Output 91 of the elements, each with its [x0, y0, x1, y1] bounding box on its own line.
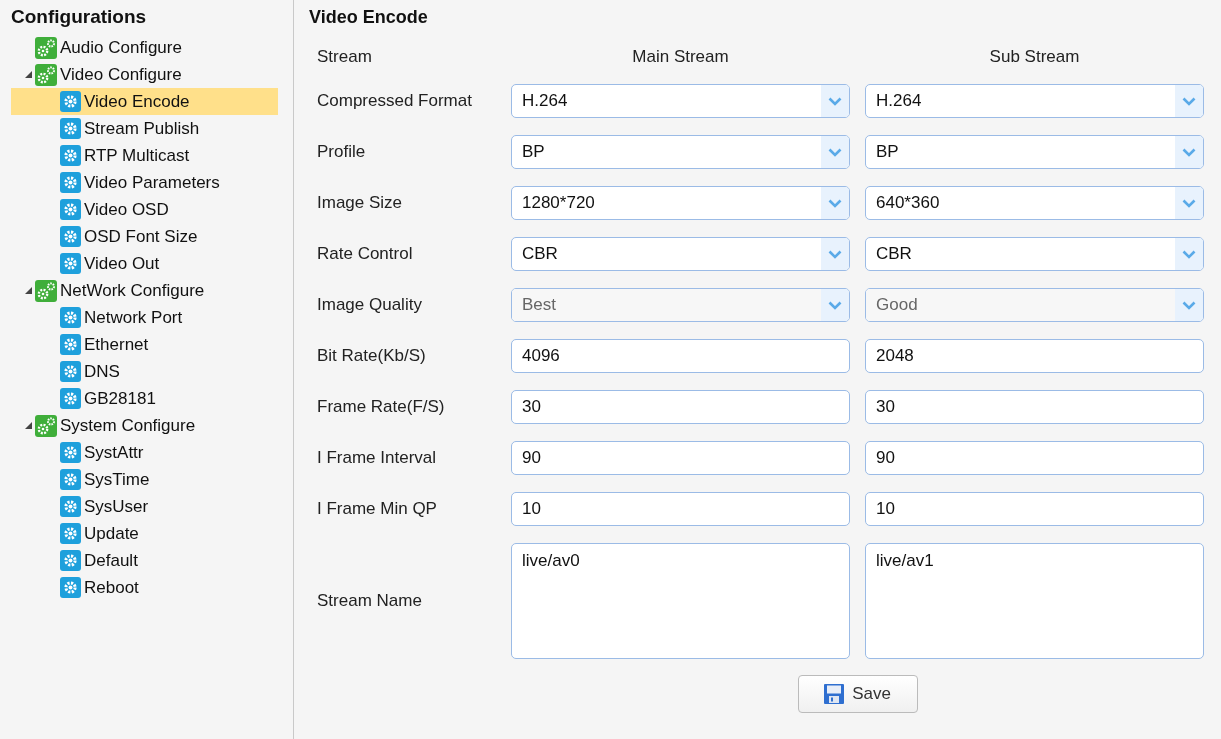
gear-icon — [60, 253, 81, 274]
save-button[interactable]: Save — [797, 675, 918, 713]
tree-item[interactable]: Video Configure — [11, 61, 278, 88]
chevron-down-icon — [1182, 198, 1196, 208]
field-label: Rate Control — [317, 244, 413, 264]
tree-item[interactable]: Audio Configure — [11, 34, 278, 61]
chevron-down-icon — [828, 147, 842, 157]
input-field[interactable]: 10 — [865, 492, 1204, 526]
tree-item[interactable]: Video Out — [11, 250, 278, 277]
tree-item[interactable]: Default — [11, 547, 278, 574]
chevron-down-icon — [1182, 300, 1196, 310]
tree-item[interactable]: GB28181 — [11, 385, 278, 412]
input-field[interactable]: 2048 — [865, 339, 1204, 373]
gear-icon — [60, 91, 81, 112]
tree-item[interactable]: Stream Publish — [11, 115, 278, 142]
field-label: Frame Rate(F/S) — [317, 397, 445, 417]
tree-item[interactable]: Reboot — [11, 574, 278, 601]
expanded-triangle-icon[interactable] — [24, 421, 33, 430]
chevron-down-icon — [828, 198, 842, 208]
gear-icon — [60, 550, 81, 571]
page-title: Video Encode — [309, 6, 428, 28]
expanded-triangle-icon[interactable] — [24, 286, 33, 295]
dropdown[interactable]: H.264 — [865, 84, 1204, 118]
gear-icon — [60, 361, 81, 382]
tree-item[interactable]: Video Parameters — [11, 169, 278, 196]
tree-item[interactable]: Ethernet — [11, 331, 278, 358]
column-header: Stream — [317, 47, 372, 67]
field-label: Compressed Format — [317, 91, 472, 111]
field-label: I Frame Interval — [317, 448, 437, 468]
tree-item[interactable]: System Configure — [11, 412, 278, 439]
field-label: Bit Rate(Kb/S) — [317, 346, 426, 366]
text-area[interactable]: live/av0 — [511, 543, 850, 659]
gears-icon — [35, 36, 57, 59]
field-label: Image Size — [317, 193, 403, 213]
gear-icon — [60, 577, 81, 598]
gear-icon — [60, 469, 81, 490]
dropdown[interactable]: 1280*720 — [511, 186, 850, 220]
input-field[interactable]: 90 — [511, 441, 850, 475]
dropdown[interactable]: BP — [511, 135, 850, 169]
tree-item[interactable]: Video Encode — [11, 88, 278, 115]
dropdown[interactable]: CBR — [511, 237, 850, 271]
tree-item[interactable]: Network Port — [11, 304, 278, 331]
text-area[interactable]: live/av1 — [865, 543, 1204, 659]
gear-icon — [60, 334, 81, 355]
tree-item[interactable]: OSD Font Size — [11, 223, 278, 250]
field-label: I Frame Min QP — [317, 499, 437, 519]
dropdown[interactable]: BP — [865, 135, 1204, 169]
dropdown: Best — [511, 288, 850, 322]
input-field[interactable]: 10 — [511, 492, 850, 526]
input-field[interactable]: 30 — [865, 390, 1204, 424]
tree-item[interactable]: SysUser — [11, 493, 278, 520]
field-label: Stream Name — [317, 591, 422, 611]
field-label: Image Quality — [317, 295, 422, 315]
expanded-triangle-icon[interactable] — [24, 70, 33, 79]
gears-icon — [35, 279, 57, 302]
gear-icon — [60, 172, 81, 193]
gear-icon — [60, 118, 81, 139]
gears-icon — [35, 63, 57, 86]
input-field[interactable]: 30 — [511, 390, 850, 424]
gear-icon — [60, 442, 81, 463]
gear-icon — [60, 496, 81, 517]
chevron-down-icon — [1182, 96, 1196, 106]
input-field[interactable]: 90 — [865, 441, 1204, 475]
chevron-down-icon — [828, 249, 842, 259]
chevron-down-icon — [1182, 249, 1196, 259]
chevron-down-icon — [828, 96, 842, 106]
column-header: Sub Stream — [989, 47, 1080, 67]
column-header: Main Stream — [632, 47, 729, 67]
tree-item[interactable]: RTP Multicast — [11, 142, 278, 169]
tree-item[interactable]: SysTime — [11, 466, 278, 493]
chevron-down-icon — [1182, 147, 1196, 157]
tree-item[interactable]: NetWork Configure — [11, 277, 278, 304]
gear-icon — [60, 523, 81, 544]
gear-icon — [60, 307, 81, 328]
dropdown[interactable]: H.264 — [511, 84, 850, 118]
dropdown: Good — [865, 288, 1204, 322]
gears-icon — [35, 414, 57, 437]
field-label: Profile — [317, 142, 366, 162]
tree-item[interactable]: SystAttr — [11, 439, 278, 466]
sidebar-title: Configurations — [10, 5, 147, 28]
chevron-down-icon — [828, 300, 842, 310]
input-field[interactable]: 4096 — [511, 339, 850, 373]
gear-icon — [60, 199, 81, 220]
gear-icon — [60, 388, 81, 409]
gear-icon — [60, 145, 81, 166]
tree-item[interactable]: DNS — [11, 358, 278, 385]
dropdown[interactable]: CBR — [865, 237, 1204, 271]
tree-item[interactable]: Video OSD — [11, 196, 278, 223]
gear-icon — [60, 226, 81, 247]
tree-item[interactable]: Update — [11, 520, 278, 547]
dropdown[interactable]: 640*360 — [865, 186, 1204, 220]
